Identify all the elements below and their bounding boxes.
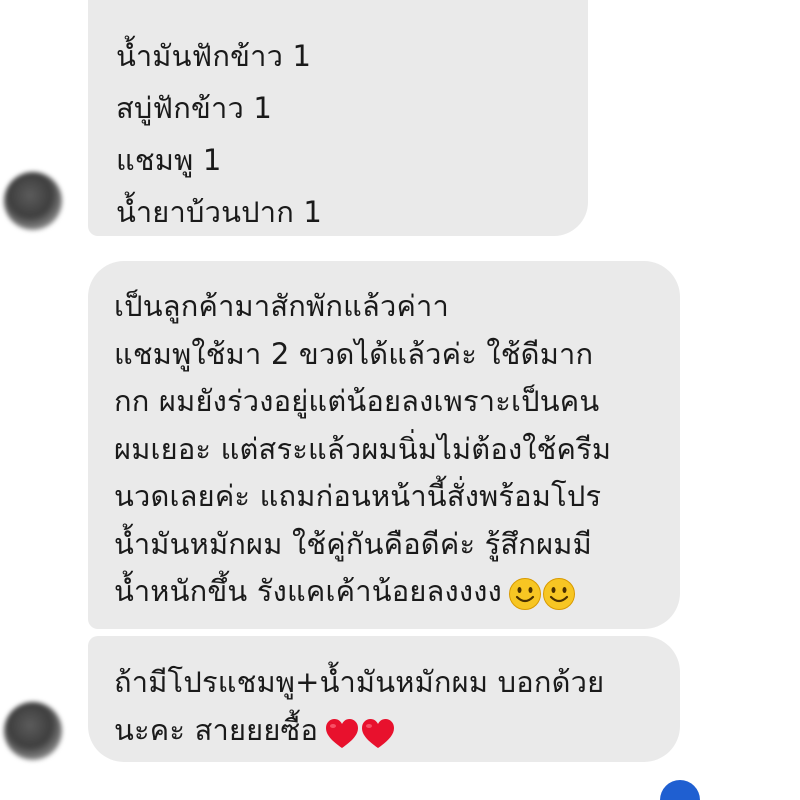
message-line-text: น้ำหนักขึ้น รังแคเค้าน้อยลงงงง	[114, 574, 502, 608]
message-line: น้ำยาบ้วนปาก 1	[116, 195, 323, 229]
message-line: กก ผมยังร่วงอยู่แต่น้อยลงเพราะเป็นคน	[114, 384, 600, 418]
message-line: สบู่ฟักข้าว 1	[116, 91, 273, 125]
message-line: น้ำมันฟักข้าว 1	[116, 39, 312, 73]
message-line: แชมพูใช้มา 2 ขวดได้แล้วค่ะ ใช้ดีมาก	[114, 336, 594, 371]
emoji-group	[324, 708, 396, 756]
message-line: ถ้ามีโปรแชมพู+น้ำมันหมักผม บอกด้วย	[114, 665, 605, 699]
sender-avatar[interactable]	[4, 702, 62, 760]
message-bubble[interactable]: น้ำมันฟักข้าว 1 สบู่ฟักข้าว 1 แชมพู 1 น้…	[88, 0, 588, 236]
message-line: เป็นลูกค้ามาสักพักแล้วค่าา	[114, 289, 450, 323]
emoji-group	[508, 569, 576, 617]
message-line: นวดเลยค่ะ แถมก่อนหน้านี้สั่งพร้อมโปร	[114, 479, 602, 513]
slightly-smiling-face-icon	[508, 578, 541, 611]
red-heart-icon	[326, 719, 359, 748]
red-heart-icon	[362, 719, 395, 748]
sender-avatar[interactable]	[4, 172, 62, 230]
message-line: นะคะ สายยยซื้อ	[114, 706, 680, 756]
message-line-text: นะคะ สายยยซื้อ	[114, 713, 319, 747]
seen-indicator-icon	[660, 780, 700, 800]
message-line: ผมเยอะ แต่สระแล้วผมนิ่มไม่ต้องใช้ครีม	[114, 431, 612, 466]
message-bubble[interactable]: เป็นลูกค้ามาสักพักแล้วค่าา แชมพูใช้มา 2 …	[88, 261, 680, 629]
message-line: แชมพู 1	[116, 143, 222, 177]
message-line: น้ำหนักขึ้น รังแคเค้าน้อยลงงงง	[114, 568, 680, 617]
chat-thread: น้ำมันฟักข้าว 1 สบู่ฟักข้าว 1 แชมพู 1 น้…	[0, 0, 800, 800]
slightly-smiling-face-icon	[542, 578, 575, 611]
message-bubble[interactable]: ถ้ามีโปรแชมพู+น้ำมันหมักผม บอกด้วย นะคะ …	[88, 636, 680, 762]
message-line: น้ำมันหมักผม ใช้คู่กันคือดีค่ะ รู้สึกผมม…	[114, 526, 592, 561]
